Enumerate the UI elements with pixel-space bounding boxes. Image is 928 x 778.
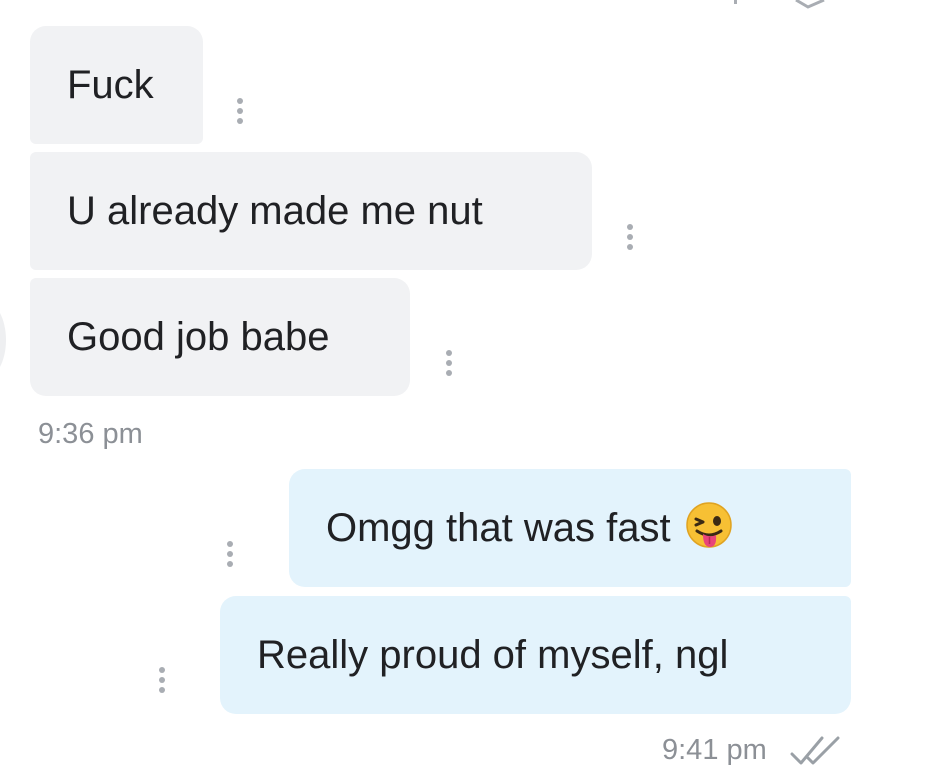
message-timestamp: 9:41 pm	[662, 734, 767, 766]
incoming-message[interactable]: Fuck	[30, 26, 203, 144]
message-options-icon[interactable]	[158, 667, 166, 693]
message-options-icon[interactable]	[445, 350, 453, 376]
message-timestamp: 9:36 pm	[38, 418, 143, 450]
message-options-icon[interactable]	[626, 224, 634, 250]
double-check-icon	[790, 736, 840, 765]
avatar[interactable]	[0, 300, 6, 380]
incoming-message[interactable]: Good job babe	[30, 278, 410, 396]
outgoing-message[interactable]: Really proud of myself, ngl	[220, 596, 851, 714]
message-options-icon[interactable]	[236, 98, 244, 124]
incoming-message[interactable]: U already made me nut	[30, 152, 592, 270]
outgoing-message[interactable]: Omgg that was fast	[289, 469, 851, 587]
message-text: Really proud of myself, ngl	[257, 633, 729, 677]
message-options-icon[interactable]	[226, 541, 234, 567]
top-cropped-fragment	[734, 0, 825, 9]
message-text: Good job babe	[67, 315, 330, 359]
message-text: Fuck	[67, 63, 154, 107]
message-text: Omgg that was fast	[326, 506, 671, 550]
message-text: U already made me nut	[67, 189, 483, 233]
winking-face-with-tongue-icon	[685, 501, 733, 556]
